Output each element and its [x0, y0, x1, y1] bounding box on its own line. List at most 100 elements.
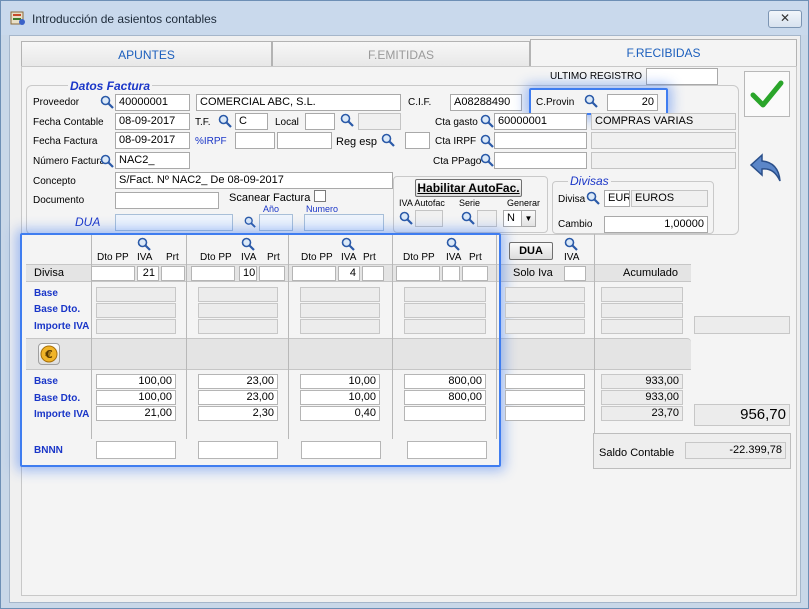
reg-esp-input[interactable]: [405, 132, 430, 149]
search-icon[interactable]: [340, 113, 354, 127]
checkmark-icon: [750, 80, 784, 108]
search-icon[interactable]: [399, 211, 413, 225]
tf-label: T.F.: [195, 117, 211, 128]
dua-input[interactable]: [115, 214, 233, 231]
iva-code-input[interactable]: 10: [239, 266, 257, 281]
search-icon[interactable]: [100, 95, 114, 109]
base-dto-input[interactable]: 10,00: [300, 390, 380, 405]
base-input[interactable]: 100,00: [96, 374, 176, 389]
importe-iva-input[interactable]: 0,40: [300, 406, 380, 421]
bnnn-input[interactable]: [198, 441, 278, 459]
search-icon[interactable]: [480, 114, 494, 128]
irpf-input[interactable]: [235, 132, 275, 149]
solo-iva-input[interactable]: [505, 390, 585, 405]
concepto-input[interactable]: S/Fact. Nº NAC2_ De 08-09-2017: [115, 172, 393, 189]
tab-f-recibidas[interactable]: F.RECIBIDAS: [530, 39, 797, 67]
solo-iva-input[interactable]: [564, 266, 586, 281]
importe-iva-input[interactable]: [404, 406, 486, 421]
iva-autofac-label: IVA Autofac: [399, 198, 445, 208]
irpf-amount-input[interactable]: [277, 132, 332, 149]
habilitar-autofac-button[interactable]: Habilitar AutoFac.: [415, 179, 522, 197]
dto-pp-label: Dto PP: [301, 252, 333, 263]
proveedor-name-input[interactable]: COMERCIAL ABC, S.L.: [196, 94, 401, 111]
proveedor-code-input[interactable]: 40000001: [115, 94, 190, 111]
serie-input[interactable]: [477, 210, 497, 227]
bnnn-row-label: BNNN: [34, 445, 63, 456]
base-dto-input[interactable]: 800,00: [404, 390, 486, 405]
search-icon[interactable]: [586, 191, 600, 205]
tf-input[interactable]: C: [235, 113, 268, 130]
local-input[interactable]: [305, 113, 335, 130]
saldo-contable-label: Saldo Contable: [599, 447, 675, 459]
solo-iva-label: Solo Iva: [513, 267, 553, 279]
bnnn-input[interactable]: [301, 441, 381, 459]
numero-factura-input[interactable]: NAC2_: [115, 152, 190, 169]
base-dto-input[interactable]: 100,00: [96, 390, 176, 405]
search-icon[interactable]: [461, 211, 475, 225]
cta-irpf-label: Cta IRPF: [435, 136, 477, 147]
cta-irpf-input[interactable]: [494, 132, 587, 149]
search-icon[interactable]: [381, 133, 395, 147]
prt-input[interactable]: [462, 266, 488, 281]
concepto-label: Concepto: [33, 176, 76, 187]
importe-iva-input[interactable]: 21,00: [96, 406, 176, 421]
dto-pp-input[interactable]: [91, 266, 135, 281]
back-button[interactable]: [746, 147, 786, 187]
importe-iva-input[interactable]: 2,30: [198, 406, 278, 421]
close-button[interactable]: ✕: [768, 10, 802, 28]
local-name-field: [358, 113, 401, 130]
fecha-factura-input[interactable]: 08-09-2017: [115, 132, 190, 149]
search-icon[interactable]: [137, 237, 151, 251]
dua-numero-input[interactable]: [304, 214, 384, 231]
search-icon[interactable]: [341, 237, 355, 251]
base-dto-input[interactable]: 23,00: [198, 390, 278, 405]
search-icon[interactable]: [218, 114, 232, 128]
dto-pp-input[interactable]: [396, 266, 440, 281]
prt-label: Prt: [267, 252, 280, 263]
dto-pp-input[interactable]: [292, 266, 336, 281]
prt-input[interactable]: [362, 266, 384, 281]
solo-iva-cell: [505, 287, 585, 302]
generar-select[interactable]: N ▼: [503, 210, 536, 227]
tab-apuntes[interactable]: APUNTES: [21, 41, 272, 67]
bnnn-input[interactable]: [407, 441, 487, 459]
acumulado-base-dto-field: 933,00: [601, 390, 683, 405]
search-icon[interactable]: [564, 237, 578, 251]
search-icon[interactable]: [244, 216, 256, 228]
cta-ppago-name-field: [591, 152, 736, 169]
scanear-factura-checkbox[interactable]: [314, 190, 326, 202]
documento-input[interactable]: [115, 192, 219, 209]
prt-input[interactable]: [161, 266, 185, 281]
dua-anio-input[interactable]: [259, 214, 293, 231]
generar-value: N: [507, 212, 515, 224]
accept-button[interactable]: [744, 71, 790, 117]
base-input[interactable]: 10,00: [300, 374, 380, 389]
search-icon[interactable]: [480, 153, 494, 167]
tab-f-emitidas[interactable]: F.EMITIDAS: [272, 41, 530, 67]
solo-iva-input[interactable]: [505, 374, 585, 389]
dua-button[interactable]: DUA: [509, 242, 553, 260]
cif-input[interactable]: A08288490: [450, 94, 522, 111]
dto-pp-input[interactable]: [191, 266, 235, 281]
prt-input[interactable]: [259, 266, 285, 281]
iva-code-input[interactable]: 21: [137, 266, 159, 281]
search-icon[interactable]: [100, 154, 114, 168]
search-icon[interactable]: [241, 237, 255, 251]
cta-ppago-input[interactable]: [494, 152, 587, 169]
base-input[interactable]: 23,00: [198, 374, 278, 389]
ultimo-registro-field[interactable]: [646, 68, 718, 85]
iva-code-input[interactable]: 4: [338, 266, 360, 281]
search-icon[interactable]: [446, 237, 460, 251]
iva-autofac-input[interactable]: [415, 210, 443, 227]
divisa-code-input[interactable]: EUR: [604, 190, 630, 207]
cta-gasto-input[interactable]: 60000001: [494, 113, 587, 130]
bnnn-input[interactable]: [96, 441, 176, 459]
iva-code-input[interactable]: [442, 266, 460, 281]
app-icon: [10, 11, 25, 25]
solo-iva-input[interactable]: [505, 406, 585, 421]
search-icon[interactable]: [480, 134, 494, 148]
fecha-contable-input[interactable]: 08-09-2017: [115, 113, 190, 130]
euro-button[interactable]: €: [38, 343, 60, 365]
base-input[interactable]: 800,00: [404, 374, 486, 389]
cambio-input[interactable]: 1,00000: [604, 216, 708, 233]
